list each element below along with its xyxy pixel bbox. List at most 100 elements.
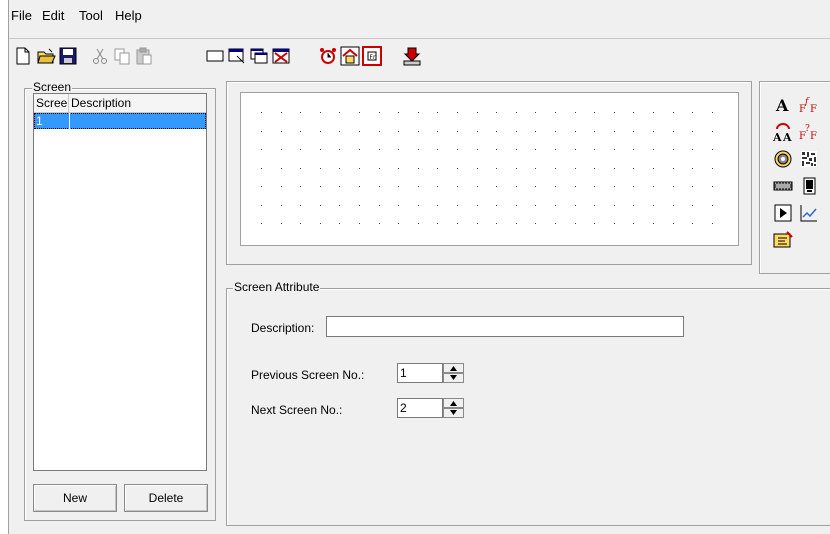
menu-file[interactable]: File [11,8,32,23]
grid-dot [594,167,596,169]
formula-icon[interactable]: FfF [798,94,820,116]
alarm-clock-icon[interactable] [318,46,338,66]
row-screen-no: 1 [36,114,43,128]
grid-dot [280,223,282,224]
play-button-icon[interactable] [772,202,794,224]
grid-dot [515,204,517,206]
grid-dot [319,204,321,206]
grid-dot [437,112,439,113]
menu-tool[interactable]: Tool [79,8,103,23]
grid-dot [711,204,713,206]
grid-dot [555,186,556,187]
grid-dot [692,112,694,113]
grid-dot [457,204,458,206]
grid-dot [261,167,262,169]
paste-icon[interactable] [134,46,154,66]
grid-dot [319,167,321,169]
column-header-screen-no[interactable]: Scree [34,94,69,112]
next-screen-field[interactable]: 2 [397,398,443,418]
grid-dot [359,149,360,150]
grid-dot [319,223,321,224]
description-field[interactable] [326,316,684,337]
grid-dot [692,167,694,169]
screen-properties-icon[interactable] [227,46,247,66]
description-label: Description: [251,321,315,335]
grid-dot [319,130,321,132]
grid-dot [672,204,674,206]
screen-delete-icon[interactable] [271,46,291,66]
delete-button[interactable]: Delete [124,484,208,512]
grid-dot [476,204,478,206]
barcode-icon[interactable] [798,148,820,170]
grid-dot [594,204,596,206]
save-icon[interactable] [58,46,78,66]
download-icon[interactable] [402,46,422,66]
formula-question-icon[interactable]: F? F [798,121,820,143]
screen-copy-icon[interactable] [249,46,269,66]
next-up-arrow-icon[interactable] [443,398,464,408]
open-folder-icon[interactable] [36,46,56,66]
next-down-arrow-icon[interactable] [443,408,464,418]
grid-dot [437,149,439,150]
trend-chart-icon[interactable] [798,202,820,224]
svg-text:F: F [810,104,817,115]
grid-dot [515,186,517,187]
film-icon[interactable] [772,175,794,197]
function-key-icon[interactable]: Fn [362,46,382,66]
grid-dot [633,186,635,187]
previous-up-arrow-icon[interactable] [443,363,464,373]
home-icon[interactable] [340,46,360,66]
previous-screen-field[interactable]: 1 [397,363,443,383]
grid-dot [339,130,341,132]
grid-dot [594,186,596,187]
grid-dot [437,204,439,206]
screen-list[interactable]: Scree Description 1 [33,93,207,471]
screen-preview-grid[interactable] [240,92,739,246]
grid-dot [359,186,360,187]
grid-dot [339,186,341,187]
grid-dot [417,223,419,224]
screen-rect-icon[interactable] [205,46,225,66]
grid-dot [476,112,478,113]
grid-dot [261,112,262,113]
new-button[interactable]: New [33,484,117,512]
grid-dot [280,130,282,132]
grid-dot [692,223,694,224]
grid-dot [378,167,380,169]
list-row-selected[interactable]: 1 [34,113,206,129]
previous-down-arrow-icon[interactable] [443,373,464,383]
menu-bar: File Edit Tool Help [9,0,830,30]
grid-dot [398,204,400,206]
menu-edit[interactable]: Edit [42,8,64,23]
grid-dot [535,130,537,132]
column-header-description[interactable]: Description [69,94,206,112]
grid-dot [398,167,400,169]
menu-help[interactable]: Help [115,8,142,23]
text-a-icon[interactable]: A [772,94,794,116]
grid-dot [653,204,654,206]
phone-icon[interactable] [798,175,820,197]
previous-screen-stepper[interactable]: 1 [397,363,464,383]
grid-dot [672,149,674,150]
grid-dot [613,186,615,187]
grid-dot [417,112,419,113]
grid-dot [574,112,576,113]
next-screen-stepper[interactable]: 2 [397,398,464,418]
grid-dot [555,167,556,169]
grid-dot [300,167,302,169]
grid-dot [633,204,635,206]
new-file-icon[interactable] [13,46,33,66]
hand-pointer-icon[interactable] [772,229,794,251]
grid-dot [300,112,302,113]
grid-dot [653,167,654,169]
text-swap-icon[interactable]: AA [772,121,794,143]
copy-icon[interactable] [112,46,132,66]
grid-dot [574,204,576,206]
grid-dot [476,223,478,224]
circle-target-icon[interactable] [772,148,794,170]
cut-icon[interactable] [90,46,110,66]
grid-dot [672,167,674,169]
grid-dot [613,112,615,113]
grid-dot [574,186,576,187]
grid-dot [692,204,694,206]
